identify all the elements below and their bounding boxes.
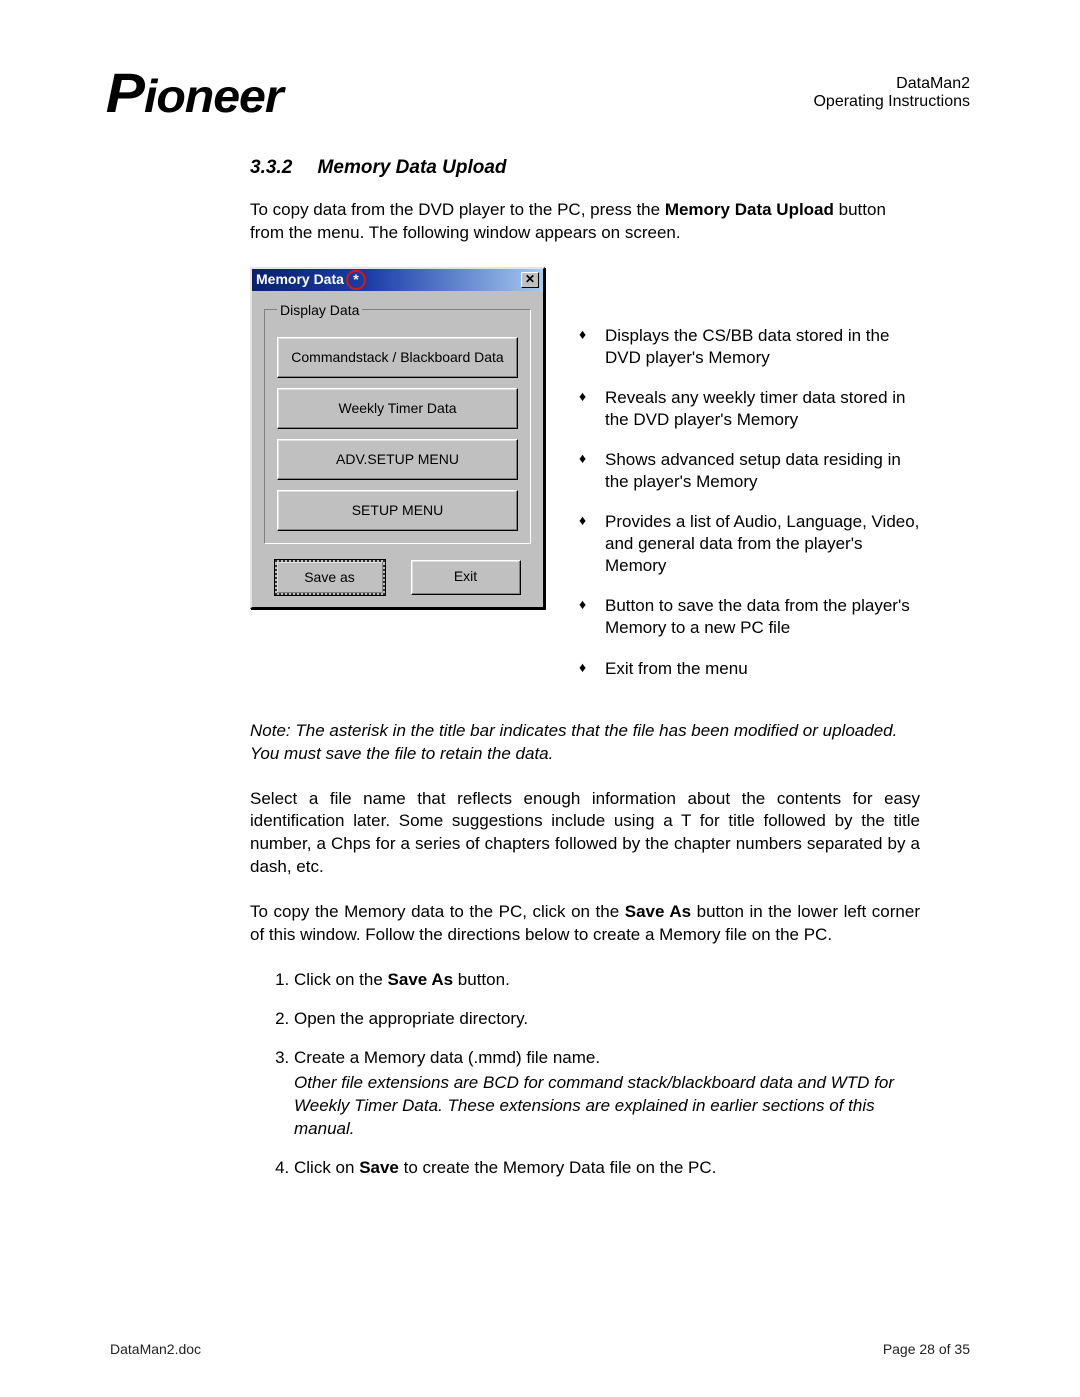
section-number: 3.3.2 (250, 157, 292, 178)
footer-page-number: Page 28 of 35 (883, 1341, 970, 1357)
feature-item: Shows advanced setup data residing in th… (575, 449, 920, 493)
step-item: Click on the Save As button. (294, 969, 920, 992)
step-item: Click on Save to create the Memory Data … (294, 1157, 920, 1180)
step-sub-note: Other file extensions are BCD for comman… (294, 1072, 920, 1141)
brand-logo: Pioneer (106, 60, 283, 125)
doc-subtitle: Operating Instructions (813, 93, 970, 111)
doc-title: DataMan2 (813, 75, 970, 93)
filename-paragraph: Select a file name that reflects enough … (250, 788, 920, 880)
asterisk-highlight-circle: * (346, 270, 366, 290)
group-legend: Display Data (277, 301, 362, 320)
note-paragraph: Note: The asterisk in the title bar indi… (250, 720, 920, 766)
steps-list: Click on the Save As button. Open the ap… (250, 969, 920, 1180)
feature-item: Reveals any weekly timer data stored in … (575, 387, 920, 431)
intro-paragraph: To copy data from the DVD player to the … (250, 199, 920, 245)
section-heading: 3.3.2 Memory Data Upload (250, 155, 920, 181)
doc-id-block: DataMan2 Operating Instructions (813, 75, 970, 111)
section-title: Memory Data Upload (318, 157, 507, 178)
asterisk-icon: * (353, 270, 358, 289)
close-icon[interactable]: ✕ (521, 272, 539, 288)
setup-menu-button[interactable]: SETUP MENU (277, 490, 518, 531)
feature-item: Button to save the data from the player'… (575, 595, 920, 639)
feature-item: Provides a list of Audio, Language, Vide… (575, 511, 920, 577)
display-data-group: Display Data Commandstack / Blackboard D… (264, 301, 531, 544)
adv-setup-button[interactable]: ADV.SETUP MENU (277, 439, 518, 480)
weekly-timer-button[interactable]: Weekly Timer Data (277, 388, 518, 429)
feature-item: Displays the CS/BB data stored in the DV… (575, 325, 920, 369)
footer-filename: DataMan2.doc (110, 1341, 201, 1357)
saveas-paragraph: To copy the Memory data to the PC, click… (250, 901, 920, 947)
step-item: Create a Memory data (.mmd) file name. O… (294, 1047, 920, 1141)
page-header: Pioneer DataMan2 Operating Instructions (110, 60, 970, 125)
memory-data-dialog: Memory Data * ✕ Display Data Commandstac… (250, 267, 545, 609)
commandstack-blackboard-button[interactable]: Commandstack / Blackboard Data (277, 337, 518, 378)
save-as-button[interactable]: Save as (275, 560, 385, 595)
feature-list: Displays the CS/BB data stored in the DV… (575, 325, 920, 698)
exit-button[interactable]: Exit (411, 560, 521, 595)
dialog-title-text: Memory Data (256, 270, 344, 289)
dialog-titlebar: Memory Data * ✕ (252, 269, 543, 291)
page-footer: DataMan2.doc Page 28 of 35 (110, 1341, 970, 1357)
step-item: Open the appropriate directory. (294, 1008, 920, 1031)
feature-item: Exit from the menu (575, 658, 920, 680)
